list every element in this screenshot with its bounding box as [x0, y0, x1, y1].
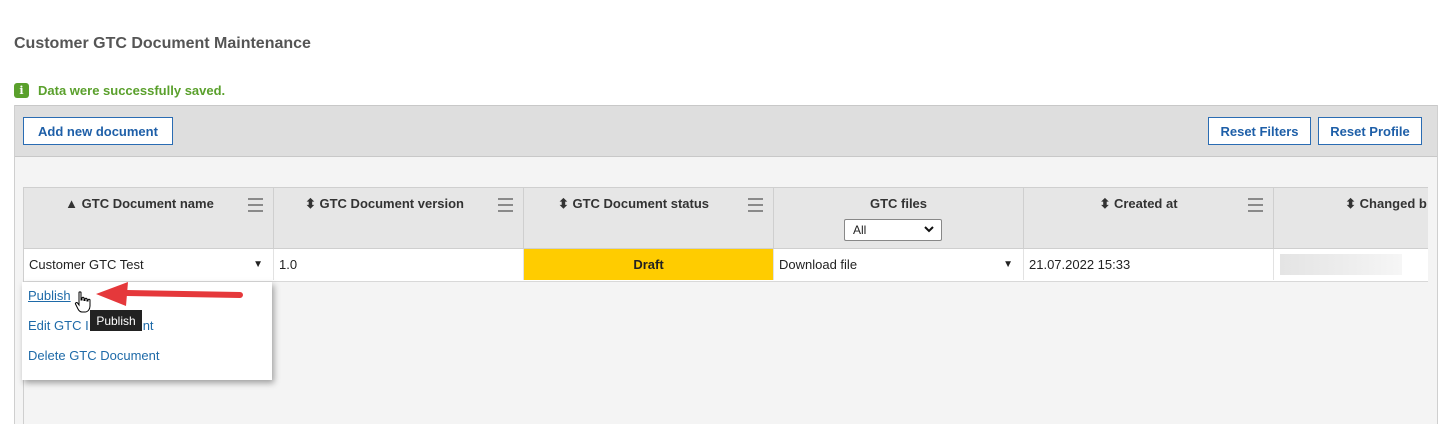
column-header-name[interactable]: ▲ GTC Document name	[24, 187, 274, 249]
reset-profile-button[interactable]: Reset Profile	[1318, 117, 1422, 145]
cell-created: 21.07.2022 15:33	[1024, 249, 1274, 280]
page-title: Customer GTC Document Maintenance	[14, 35, 311, 52]
toolbar: Add new document Reset Filters Reset Pro…	[15, 105, 1437, 157]
success-message: i Data were successfully saved.	[14, 83, 225, 98]
row-menu-caret-icon[interactable]: ▼	[253, 259, 263, 270]
column-header-created[interactable]: ⬍ Created at	[1024, 187, 1274, 249]
column-header-files: GTC files All	[774, 187, 1024, 249]
column-header-label: ⬍ Changed b	[1345, 196, 1427, 211]
files-filter-value: All	[853, 223, 867, 237]
tooltip: Publish	[90, 310, 142, 331]
download-file-label: Download file	[779, 257, 858, 272]
document-name: Customer GTC Test	[29, 257, 144, 272]
redacted-value	[1280, 254, 1402, 275]
add-new-document-button[interactable]: Add new document	[23, 117, 173, 145]
column-header-label: ⬍ Created at	[1099, 196, 1178, 211]
menu-item-publish[interactable]: Publish	[28, 288, 71, 303]
table-row[interactable]: Customer GTC Test ▼ 1.0 Draft Download f…	[24, 249, 1428, 282]
column-header-label: ⬍ GTC Document version	[305, 196, 464, 211]
column-header-label: ▲ GTC Document name	[65, 196, 214, 211]
reset-filters-button[interactable]: Reset Filters	[1208, 117, 1311, 145]
chevron-down-icon	[923, 223, 935, 238]
cell-status: Draft	[524, 249, 774, 280]
cell-files[interactable]: Download file ▼	[774, 249, 1024, 280]
hand-cursor-icon	[74, 291, 92, 316]
status-badge: Draft	[633, 257, 664, 272]
column-header-changed[interactable]: ⬍ Changed b	[1274, 187, 1428, 249]
annotation-arrow-icon	[92, 280, 244, 311]
info-icon: i	[14, 83, 29, 98]
column-header-status[interactable]: ⬍ GTC Document status	[524, 187, 774, 249]
files-caret-icon[interactable]: ▼	[1003, 259, 1013, 270]
document-version: 1.0	[279, 257, 298, 272]
success-message-text: Data were successfully saved.	[38, 83, 226, 98]
column-header-label: ⬍ GTC Document status	[557, 196, 710, 211]
column-menu-icon[interactable]	[748, 198, 763, 212]
menu-item-edit-label-tail: nt	[142, 318, 154, 333]
column-header-version[interactable]: ⬍ GTC Document version	[274, 187, 524, 249]
cell-version: 1.0	[274, 249, 524, 280]
files-filter-select[interactable]: All	[844, 219, 942, 241]
created-at-value: 21.07.2022 15:33	[1029, 257, 1131, 272]
cell-name[interactable]: Customer GTC Test ▼	[24, 249, 274, 280]
menu-item-delete-gtc-document[interactable]: Delete GTC Document	[28, 348, 160, 363]
cell-changed-by	[1274, 249, 1428, 280]
menu-item-edit-label: Edit GTC I	[28, 318, 89, 333]
column-header-label: GTC files	[869, 196, 928, 211]
